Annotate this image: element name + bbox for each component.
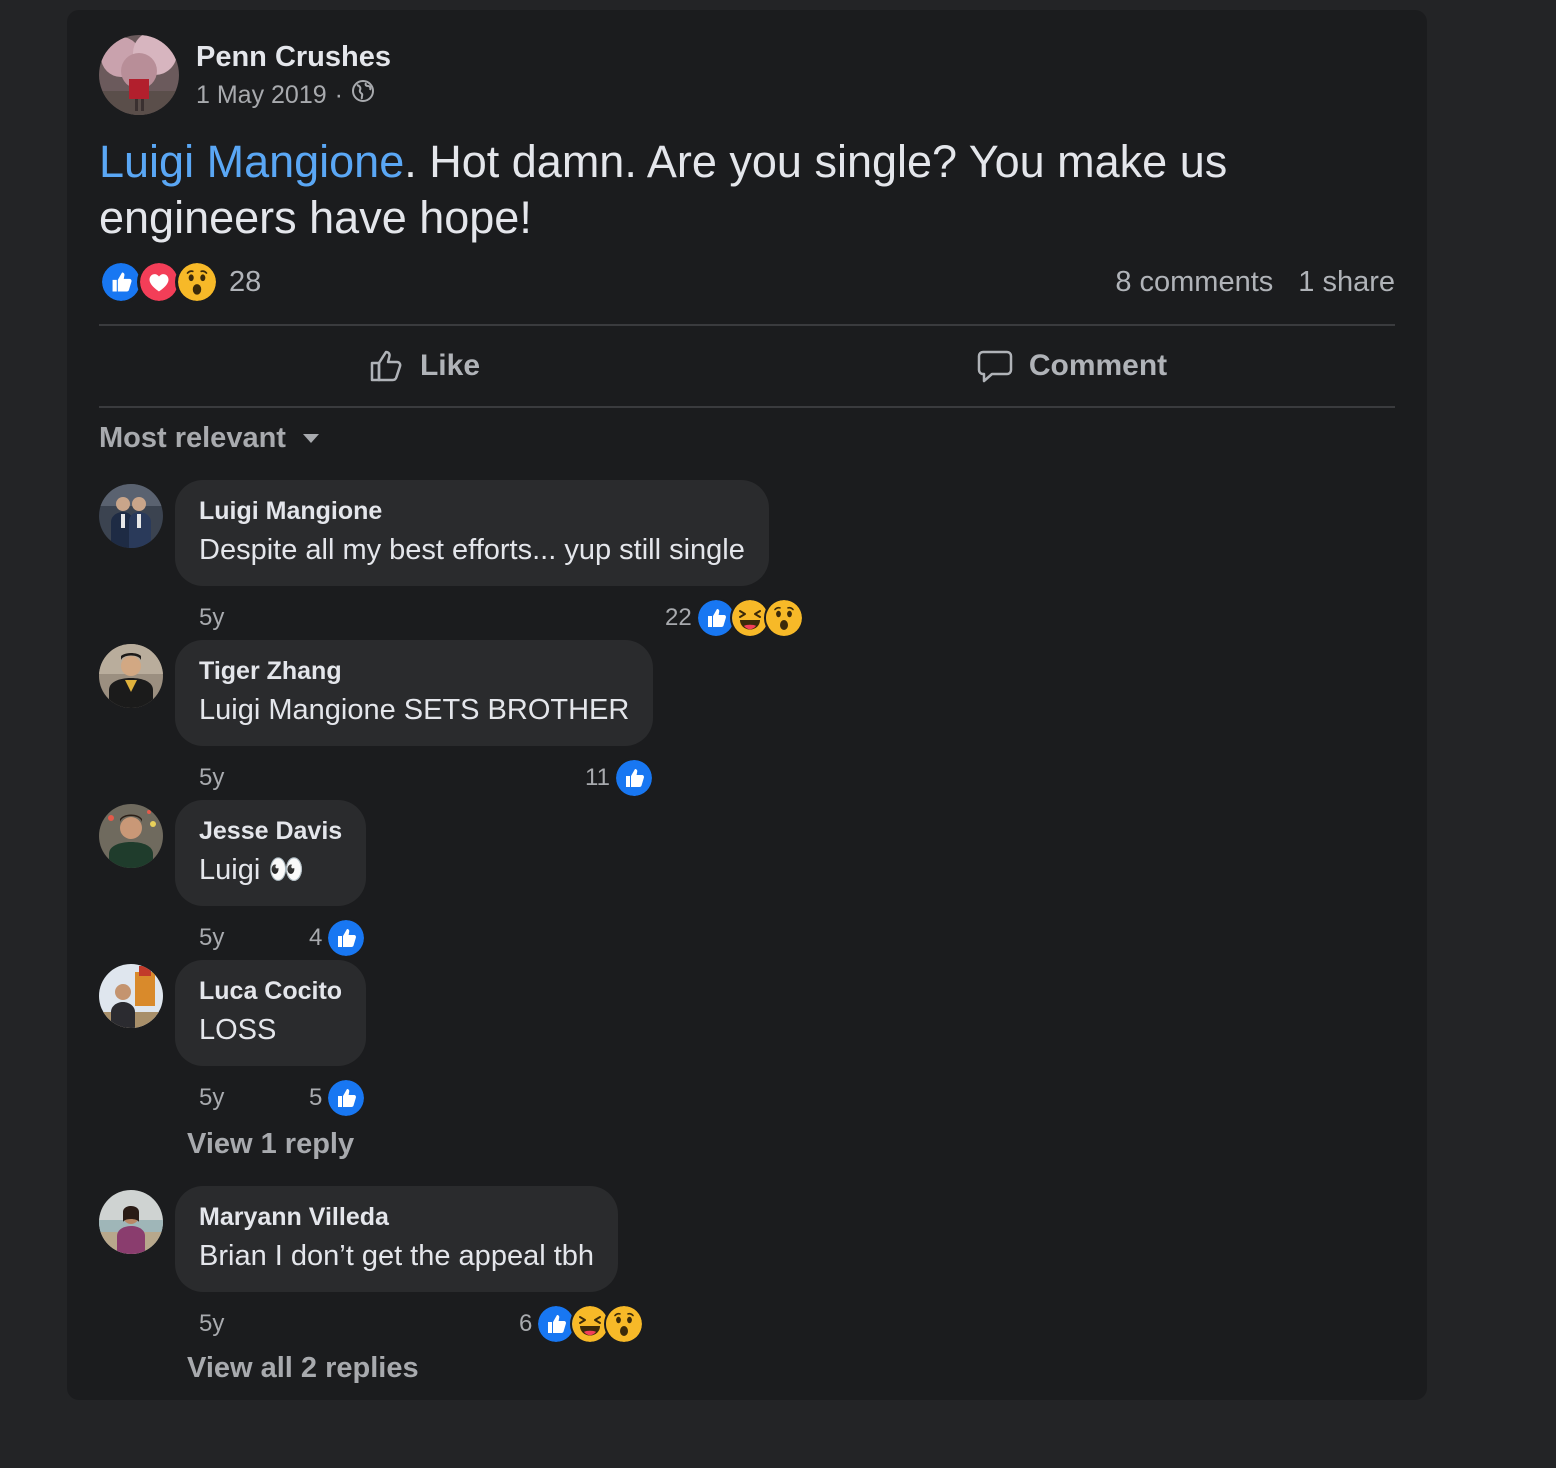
comment-reaction-count: 6 (519, 1310, 533, 1337)
comment-bubble: Luigi Mangione Despite all my best effor… (175, 480, 769, 586)
view-replies-link[interactable]: View all 2 replies (187, 1352, 419, 1385)
comment-reaction-count: 11 (585, 764, 610, 791)
sort-dropdown[interactable]: Most relevant (99, 416, 320, 460)
avatar[interactable] (99, 484, 163, 548)
comment-reaction-count: 22 (665, 604, 692, 631)
like-reaction-icon (326, 918, 367, 958)
post-mention[interactable]: Luigi Mangione (99, 136, 404, 187)
comment-reactions[interactable]: 6 (519, 1304, 645, 1344)
reaction-count: 28 (229, 265, 262, 298)
like-reaction-icon (326, 1078, 367, 1118)
comment-text: LOSS (199, 1014, 277, 1046)
post-text-line1: . Hot damn. Are you single? You make us (404, 136, 1228, 187)
comment-author[interactable]: Tiger Zhang (199, 654, 629, 688)
post-actions: Like Comment (99, 326, 1395, 406)
comment-bubble: Jesse Davis Luigi 👀 (175, 800, 367, 906)
comment-reactions[interactable]: 22 (665, 598, 804, 638)
wow-reaction-icon (763, 598, 804, 638)
comment-time[interactable]: 5y (199, 924, 224, 952)
thumbs-up-icon (370, 350, 402, 382)
comment-time[interactable]: 5y (199, 1310, 224, 1338)
page-name[interactable]: Penn Crushes (196, 38, 391, 76)
stats-right: 8 comments 1 share (1115, 266, 1395, 299)
reactions-summary[interactable]: 28 (99, 260, 261, 304)
post-header: Penn Crushes 1 May 2019 · (99, 34, 391, 116)
avatar[interactable] (99, 804, 163, 868)
post-body: Luigi Mangione. Hot damn. Are you single… (99, 134, 1319, 246)
comment-reaction-count: 5 (309, 1084, 323, 1111)
post-card: Penn Crushes 1 May 2019 · Luigi Mangione… (67, 10, 1427, 1400)
wow-reaction-icon (175, 260, 219, 304)
avatar[interactable] (99, 644, 163, 708)
comment-text: Despite all my best efforts... yup still… (199, 534, 745, 566)
divider (99, 406, 1395, 408)
post-meta: 1 May 2019 · (196, 78, 391, 112)
wow-reaction-icon (604, 1304, 645, 1344)
comment-author[interactable]: Maryann Villeda (199, 1200, 594, 1234)
comment-bubble: Tiger Zhang Luigi Mangione SETS BROTHER (175, 640, 654, 746)
like-label: Like (419, 349, 481, 382)
comment-reactions[interactable]: 11 (585, 758, 654, 798)
comment-author[interactable]: Jesse Davis (199, 814, 342, 848)
globe-icon (351, 78, 375, 112)
comment-icon (977, 350, 1013, 383)
comment-author[interactable]: Luigi Mangione (199, 494, 745, 528)
post-stats: 28 8 comments 1 share (99, 260, 1395, 304)
sort-label: Most relevant (99, 421, 286, 454)
comments-count[interactable]: 8 comments (1115, 266, 1273, 299)
comment-bubble: Maryann Villeda Brian I don’t get the ap… (175, 1186, 619, 1292)
comment-reactions[interactable]: 5 (309, 1078, 367, 1118)
comment-time[interactable]: 5y (199, 604, 224, 632)
comment-label: Comment (1028, 349, 1168, 382)
page-avatar[interactable] (99, 35, 179, 115)
comment-bubble: Luca Cocito LOSS (175, 960, 367, 1066)
post-text-line2: engineers have hope! (99, 192, 532, 243)
comment-time[interactable]: 5y (199, 764, 224, 792)
view-replies-link[interactable]: View 1 reply (187, 1128, 354, 1161)
avatar[interactable] (99, 1190, 163, 1254)
meta-separator: · (334, 81, 343, 109)
post-date[interactable]: 1 May 2019 (196, 78, 327, 112)
post-header-text: Penn Crushes 1 May 2019 · (196, 38, 391, 112)
caret-down-icon (302, 434, 319, 443)
comment-text: Brian I don’t get the appeal tbh (199, 1240, 595, 1272)
comment-reactions[interactable]: 4 (309, 918, 367, 958)
like-reaction-icon (613, 758, 654, 798)
comment-author[interactable]: Luca Cocito (199, 974, 342, 1008)
comment-time[interactable]: 5y (199, 1084, 224, 1112)
comment-text: Luigi Mangione SETS BROTHER (199, 694, 630, 726)
comment-button[interactable]: Comment (747, 326, 1395, 406)
comment-reaction-count: 4 (309, 924, 323, 951)
comment-text: Luigi 👀 (199, 854, 305, 886)
like-button[interactable]: Like (99, 326, 747, 406)
avatar[interactable] (99, 964, 163, 1028)
shares-count[interactable]: 1 share (1298, 266, 1395, 299)
